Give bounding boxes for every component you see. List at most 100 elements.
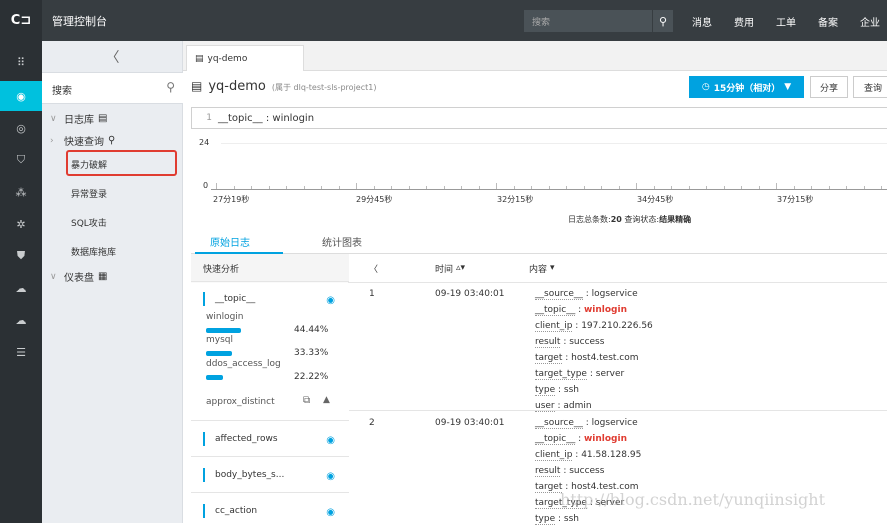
caret-up-icon[interactable]: ▲ xyxy=(323,395,330,405)
top-search-input[interactable]: 搜索 xyxy=(524,10,652,32)
log-field-key[interactable]: result xyxy=(535,337,561,348)
tree-dashboard[interactable]: ∨ 仪表盘 ▦ xyxy=(50,269,107,284)
cloud-icon[interactable]: ☁ xyxy=(0,273,42,303)
log-field-key[interactable]: result xyxy=(535,466,561,477)
log-field-key[interactable]: __topic__ xyxy=(535,434,576,445)
tab-stats-chart[interactable]: 统计图表 xyxy=(322,234,362,249)
tree-quick-query[interactable]: › 快速查询 ⚲ xyxy=(50,133,115,148)
console-title[interactable]: 管理控制台 xyxy=(52,13,107,29)
log-field-value[interactable]: host4.test.com xyxy=(571,353,638,363)
log-field-value[interactable]: 41.58.128.95 xyxy=(581,450,641,460)
database-icon[interactable]: ☰ xyxy=(0,337,42,367)
chevron-down-icon[interactable]: ∨ xyxy=(50,272,60,282)
nav-messages[interactable]: 消息 xyxy=(692,14,712,29)
field-card-topic[interactable]: __topic__ ◉ winlogin 44.44% mysql 33.33%… xyxy=(191,283,349,421)
field-card-body-bytes[interactable]: body_bytes_s... ◉ xyxy=(191,457,349,493)
grid-icon[interactable]: ⠿ xyxy=(0,47,42,77)
cloud-solid-icon[interactable]: ☁ xyxy=(0,305,42,335)
topic-value-label[interactable]: winlogin xyxy=(206,312,244,322)
expand-icon[interactable]: ⧉ xyxy=(303,395,310,406)
log-field-key[interactable]: target_type xyxy=(535,369,587,380)
chevron-right-icon[interactable]: › xyxy=(50,136,60,146)
log-field-value[interactable]: server xyxy=(596,369,625,379)
eye-icon[interactable]: ◉ xyxy=(326,471,335,482)
nodes-icon[interactable]: ⁂ xyxy=(0,177,42,207)
logstore-name: yq-demo xyxy=(208,79,266,94)
shield-icon[interactable]: ⛉ xyxy=(0,145,42,175)
log-field-key[interactable]: client_ip xyxy=(535,321,573,332)
nav-tickets[interactable]: 工单 xyxy=(776,14,796,29)
field-card-cc-action[interactable]: cc_action ◉ xyxy=(191,493,349,523)
tree-logstore[interactable]: ∨ 日志库 ▤ xyxy=(50,111,107,126)
log-field[interactable]: target_type : server xyxy=(535,369,624,380)
eye-icon[interactable]: ◉ xyxy=(326,295,335,306)
log-field-key[interactable]: target xyxy=(535,353,563,364)
log-field-value[interactable]: winlogin xyxy=(584,305,627,315)
log-field-key[interactable]: __source__ xyxy=(535,289,583,300)
aliyun-logo[interactable]: C⊐ xyxy=(0,0,42,41)
caret-down-icon[interactable]: ▾ xyxy=(550,263,555,273)
log-field-value[interactable]: logservice xyxy=(592,418,638,428)
gear-icon[interactable]: ✲ xyxy=(0,209,42,239)
histogram-tick xyxy=(426,186,427,189)
eye-icon[interactable]: ◉ xyxy=(326,435,335,446)
quick-analysis-title: 快速分析 xyxy=(191,254,349,282)
log-field[interactable]: __source__ : logservice xyxy=(535,418,638,429)
log-field[interactable]: target : host4.test.com xyxy=(535,353,639,364)
tab-yq-demo[interactable]: ▤ yq-demo xyxy=(186,45,304,71)
time-range-button[interactable]: ◷ 15分钟（相对） ▼ xyxy=(689,76,804,98)
tab-raw-logs[interactable]: 原始日志 xyxy=(210,234,250,249)
log-field[interactable]: result : success xyxy=(535,466,604,477)
collapse-icon[interactable]: 〈 xyxy=(369,254,378,282)
log-service-icon[interactable]: ◉ xyxy=(0,81,42,111)
log-field[interactable]: __source__ : logservice xyxy=(535,289,638,300)
nav-icp[interactable]: 备案 xyxy=(818,14,838,29)
log-field-separator: : xyxy=(582,418,592,428)
cup-icon[interactable]: ⛊ xyxy=(0,241,42,271)
field-card-affected-rows[interactable]: affected_rows ◉ xyxy=(191,421,349,457)
topic-value-label[interactable]: ddos_access_log xyxy=(206,359,281,369)
nav-enterprise[interactable]: 企业 xyxy=(860,14,880,29)
share-button[interactable]: 分享 xyxy=(810,76,848,98)
eye-icon[interactable]: ◉ xyxy=(326,507,335,518)
log-field[interactable]: client_ip : 197.210.226.56 xyxy=(535,321,653,332)
log-field-value[interactable]: success xyxy=(569,337,604,347)
sort-icon[interactable]: ▵▾ xyxy=(456,263,465,273)
log-histogram[interactable]: 24 0 27分19秒 29分45秒 32分15秒 34分45秒 37分15秒 xyxy=(191,134,887,209)
search-icon[interactable]: ⚲ xyxy=(653,10,673,32)
search-icon[interactable]: ⚲ xyxy=(166,80,175,94)
log-field[interactable]: result : success xyxy=(535,337,604,348)
sidebar-search[interactable]: 搜索 ⚲ xyxy=(42,73,183,104)
log-field-key[interactable]: target xyxy=(535,482,563,493)
query-input[interactable]: 1 __topic__ : winlogin xyxy=(191,107,887,129)
log-field[interactable]: __topic__ : winlogin xyxy=(535,305,627,316)
log-field-value[interactable]: winlogin xyxy=(584,434,627,444)
col-header-time[interactable]: 时间 ▵▾ xyxy=(435,254,465,282)
log-field[interactable]: __topic__ : winlogin xyxy=(535,434,627,445)
query-button[interactable]: 查询 xyxy=(853,76,887,98)
log-field-key[interactable]: type xyxy=(535,385,556,396)
log-field[interactable]: type : ssh xyxy=(535,385,579,396)
saved-query-brute-force[interactable]: 暴力破解 xyxy=(71,158,107,171)
saved-query-abnormal-login[interactable]: 异常登录 xyxy=(71,187,107,200)
nav-billing[interactable]: 费用 xyxy=(734,14,754,29)
log-field[interactable]: client_ip : 41.58.128.95 xyxy=(535,450,641,461)
log-field-key[interactable]: client_ip xyxy=(535,450,573,461)
log-field-value[interactable]: ssh xyxy=(564,385,579,395)
target-icon[interactable]: ◎ xyxy=(0,113,42,143)
log-field-value[interactable]: success xyxy=(569,466,604,476)
log-field-key[interactable]: type xyxy=(535,514,556,525)
log-field-key[interactable]: __source__ xyxy=(535,418,583,429)
saved-query-db-dump[interactable]: 数据库拖库 xyxy=(71,245,116,258)
log-field-value[interactable]: 197.210.226.56 xyxy=(581,321,653,331)
chevron-down-icon[interactable]: ∨ xyxy=(50,114,60,124)
log-field-value[interactable]: logservice xyxy=(592,289,638,299)
chevron-left-icon[interactable]: 〈 xyxy=(42,41,183,73)
histogram-tick xyxy=(793,186,795,189)
approx-distinct-label[interactable]: approx_distinct xyxy=(206,397,275,407)
saved-query-sql-attack[interactable]: SQL攻击 xyxy=(71,216,107,229)
col-header-content[interactable]: 内容 ▾ xyxy=(529,254,555,282)
log-field-key[interactable]: __topic__ xyxy=(535,305,576,316)
log-field[interactable]: type : ssh xyxy=(535,514,579,525)
topic-value-label[interactable]: mysql xyxy=(206,335,233,345)
